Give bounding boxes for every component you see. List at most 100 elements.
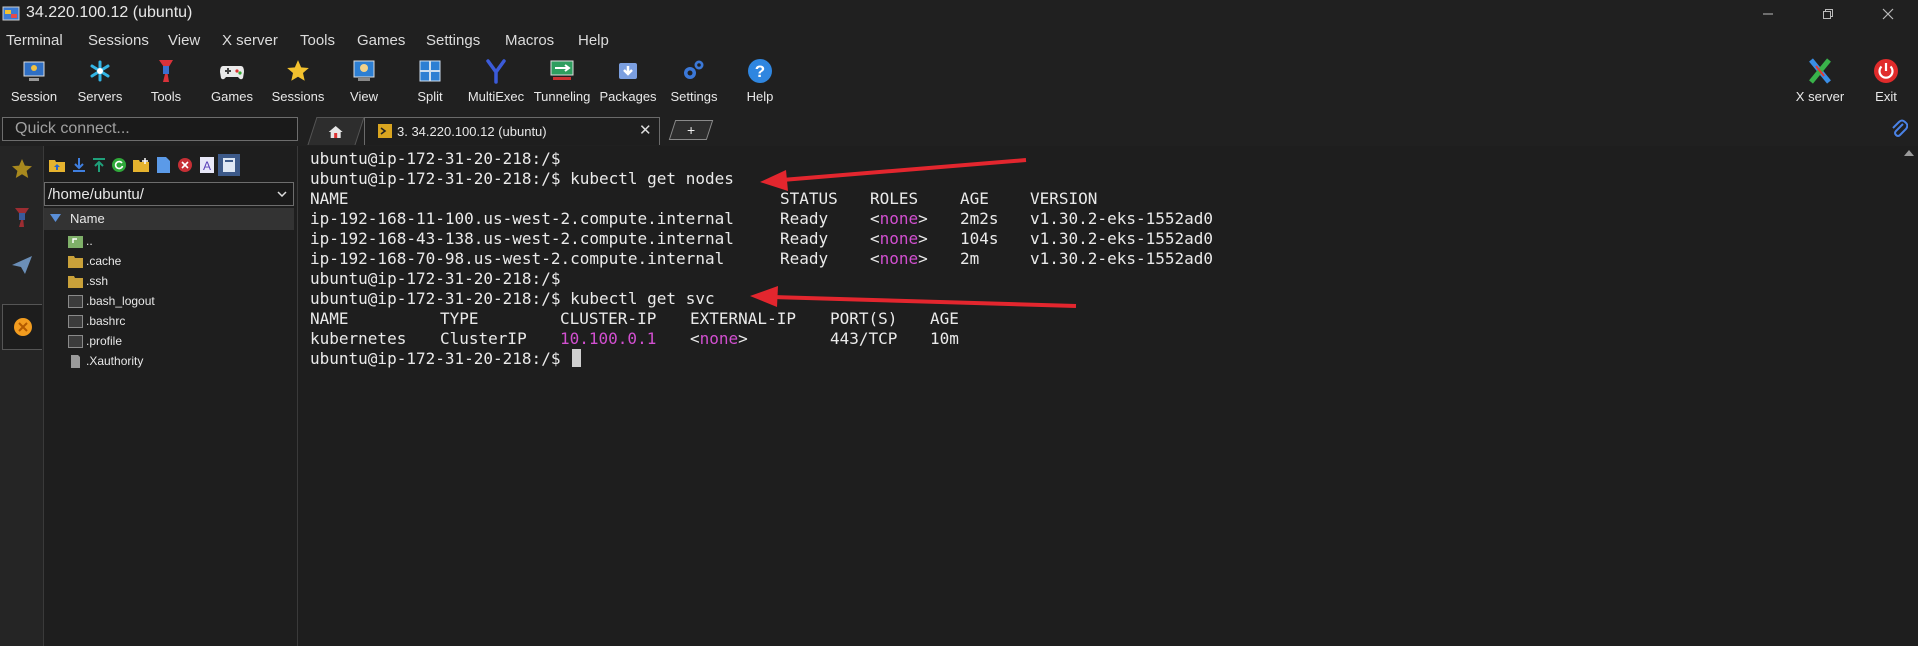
games-button[interactable]: Games [208,54,256,112]
plus-icon: + [686,122,696,138]
sftp-side-tab[interactable] [2,304,42,350]
packages-button[interactable]: Packages [599,54,657,112]
toolbar: Session Servers Tools Games Sessions Vie… [0,54,1918,114]
tools-button[interactable]: Tools [142,54,190,112]
file-row-parent[interactable]: .. [44,232,294,252]
quick-connect-input[interactable] [2,117,298,141]
x-server-button[interactable]: X server [1796,54,1844,112]
sessions-side-tab[interactable] [2,146,42,192]
node-name: ip-192-168-43-138.us-west-2.compute.inte… [310,229,734,248]
multiexec-button[interactable]: MultiExec [468,54,524,112]
menu-view[interactable]: View [168,32,200,49]
session-tab[interactable]: 3. 34.220.100.12 (ubuntu) ✕ [364,117,660,145]
star-icon [12,159,32,178]
tunneling-label: Tunneling [533,89,591,104]
paper-plane-icon [12,256,32,274]
sftp-globe-icon [13,318,32,336]
terminal-output[interactable]: ubuntu@ip-172-31-20-218:/$ ubuntu@ip-172… [304,146,1902,646]
delete-icon [178,158,192,172]
sftp-follow-terminal-button[interactable] [218,154,240,176]
menu-tools[interactable]: Tools [300,32,335,49]
folder-icon [68,256,83,268]
sftp-refresh-button[interactable] [110,156,128,174]
role-none: none [879,209,919,228]
file-row-ssh[interactable]: .ssh [44,272,294,292]
sftp-rename-button[interactable]: A [198,156,216,174]
file-row-cache[interactable]: .cache [44,252,294,272]
restore-button[interactable] [1798,0,1858,28]
node-name: ip-192-168-11-100.us-west-2.compute.inte… [310,209,734,228]
svc-type: ClusterIP [440,329,527,348]
chevron-down-icon [277,191,287,197]
minimize-button[interactable] [1738,0,1798,28]
refresh-icon [112,158,126,172]
macros-side-tab[interactable] [2,242,42,288]
settings-button[interactable]: Settings [670,54,718,112]
prompt: ubuntu@ip-172-31-20-218:/$ [310,349,561,368]
home-tab[interactable] [307,117,365,145]
svc-header-age: AGE [930,309,959,328]
node-version: v1.30.2-eks-1552ad0 [1030,249,1214,268]
app-icon [2,6,20,21]
sftp-new-file-button[interactable] [154,156,172,174]
node-version: v1.30.2-eks-1552ad0 [1030,209,1214,228]
node-age: 2m2s [960,209,999,228]
nodes-header-status: STATUS [780,189,838,208]
help-button[interactable]: ? Help [736,54,784,112]
node-version: v1.30.2-eks-1552ad0 [1030,229,1214,248]
parent-folder-icon [68,236,83,248]
file-row-xauthority[interactable]: .Xauthority [44,352,294,372]
node-status: Ready [780,209,829,228]
new-tab-button[interactable]: + [668,120,714,140]
sftp-new-folder-button[interactable] [132,156,150,174]
sftp-path-input[interactable] [44,182,294,206]
sftp-download-button[interactable] [70,156,88,174]
tab-close-icon[interactable]: ✕ [639,121,652,139]
menu-games[interactable]: Games [357,32,405,49]
file-name: .bashrc [86,314,126,328]
node-status: Ready [780,249,829,268]
sftp-up-folder-button[interactable] [48,156,66,174]
attachment-icon[interactable] [1890,119,1908,139]
sftp-upload-button[interactable] [90,156,108,174]
view-icon [353,60,375,81]
menu-x-server[interactable]: X server [222,32,278,49]
view-button[interactable]: View [340,54,388,112]
file-row-profile[interactable]: .profile [44,332,294,352]
rename-icon: A [200,157,214,173]
menu-sessions[interactable]: Sessions [88,32,149,49]
tunneling-button[interactable]: Tunneling [534,54,590,112]
split-button[interactable]: Split [406,54,454,112]
home-icon [328,125,343,138]
svc-age: 10m [930,329,959,348]
terminal-scrollbar[interactable] [1902,146,1918,646]
file-row-bash-logout[interactable]: .bash_logout [44,292,294,312]
command-text: kubectl get svc [570,289,715,308]
folder-icon [68,276,83,288]
close-button[interactable] [1858,0,1918,28]
sessions-button[interactable]: Sessions [272,54,324,112]
menu-macros[interactable]: Macros [505,32,554,49]
upload-icon [93,158,105,172]
file-name: .. [86,234,93,248]
menu-settings[interactable]: Settings [426,32,480,49]
sftp-delete-button[interactable] [176,156,194,174]
file-icon [68,295,83,308]
arrow-to-get-svc [771,295,1077,308]
svc-external-ip: <none> [690,329,748,348]
power-icon [1874,59,1898,83]
tools-side-tab[interactable] [2,194,42,240]
name-column-header[interactable]: Name [44,208,294,230]
nodes-header-version: VERSION [1030,189,1098,208]
menu-help[interactable]: Help [578,32,609,49]
exit-button[interactable]: Exit [1862,54,1910,112]
servers-button[interactable]: Servers [76,54,124,112]
session-button[interactable]: Session [10,54,58,112]
file-icon [68,335,83,348]
menu-terminal[interactable]: Terminal [6,32,63,49]
scroll-up-icon[interactable] [1904,149,1914,157]
path-dropdown-button[interactable] [272,183,292,205]
file-row-bashrc[interactable]: .bashrc [44,312,294,332]
file-name: .profile [86,334,123,348]
servers-label: Servers [77,89,123,104]
